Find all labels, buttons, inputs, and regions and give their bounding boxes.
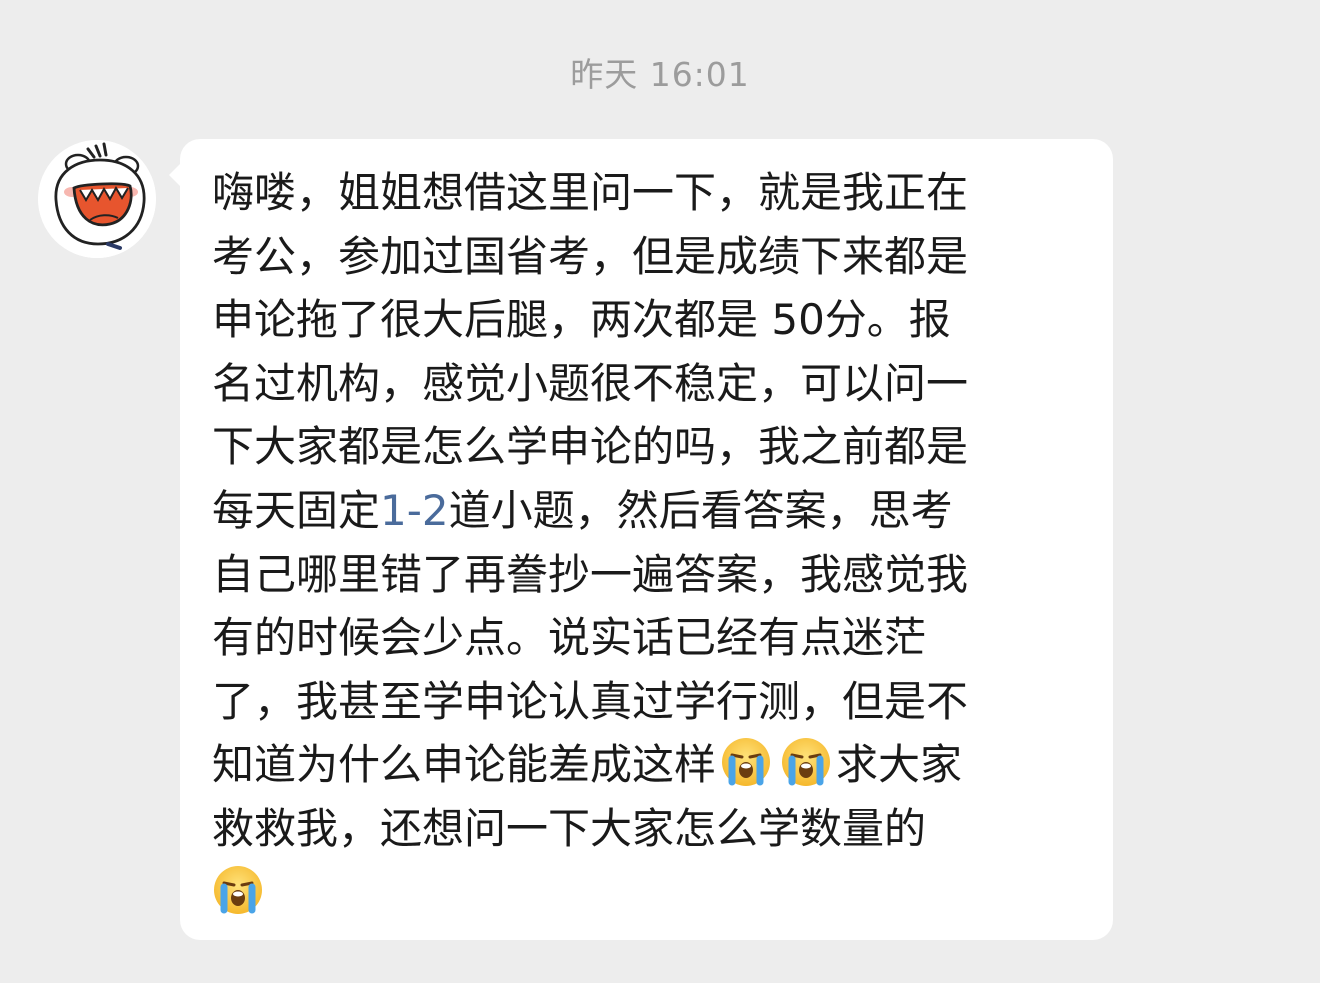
message-bubble[interactable]: 嗨喽，姐姐想借这里问一下，就是我正在 考公，参加过国省考，但是成绩下来都是 申论… [169, 139, 1113, 940]
message-segment: 知道为什么申论能差成这样 [212, 740, 717, 790]
message-line: 考公，参加过国省考，但是成绩下来都是 [212, 231, 969, 281]
message-line: 知道为什么申论能差成这样 求大家 [212, 733, 1073, 797]
message-segment: 道小题，然后看答案，思考 [448, 485, 953, 535]
message-text: 嗨喽，姐姐想借这里问一下，就是我正在 考公，参加过国省考，但是成绩下来都是 申论… [212, 161, 1073, 924]
message-line: 自己哪里错了再誊抄一遍答案，我感觉我 [212, 549, 969, 599]
sender-avatar[interactable] [38, 140, 156, 258]
loudly-crying-face-icon [720, 736, 772, 788]
bubble-tail [169, 163, 181, 187]
message-line [212, 861, 1073, 925]
message-line: 救救我，还想问一下大家怎么学数量的 [212, 803, 927, 853]
message-line: 下大家都是怎么学申论的吗，我之前都是 [212, 422, 969, 472]
bear-avatar-icon [38, 140, 156, 258]
message-timestamp: 昨天 16:01 [570, 55, 750, 94]
loudly-crying-face-icon [780, 736, 832, 788]
message-line: 申论拖了很大后腿，两次都是 50分。报 [212, 295, 951, 345]
message-line: 名过机构，感觉小题很不稳定，可以问一 [212, 358, 969, 408]
message-segment: 求大家 [836, 740, 963, 790]
number-link[interactable]: 1-2 [380, 486, 449, 535]
message-line: 每天固定1-2道小题，然后看答案，思考 [212, 479, 1073, 543]
loudly-crying-face-icon [212, 864, 264, 916]
message-line: 有的时候会少点。说实话已经有点迷茫 [212, 613, 927, 663]
message-segment: 每天固定 [212, 485, 381, 535]
message-line: 了，我甚至学申论认真过学行测，但是不 [212, 676, 969, 726]
message-line: 嗨喽，姐姐想借这里问一下，就是我正在 [212, 168, 969, 217]
